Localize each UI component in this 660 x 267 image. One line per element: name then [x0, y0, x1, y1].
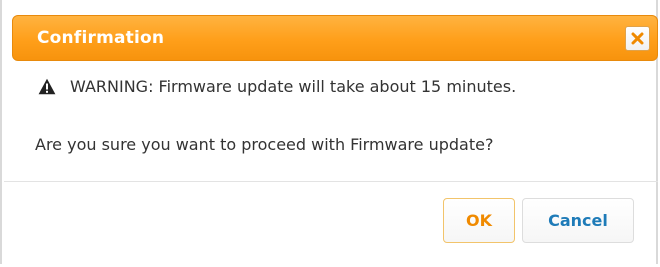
close-button[interactable]: [625, 26, 650, 51]
warning-text: WARNING: Firmware update will take about…: [70, 77, 517, 96]
dialog-titlebar: Confirmation: [12, 15, 658, 61]
confirmation-dialog: Confirmation WARNING: Firmware update wi…: [0, 0, 658, 264]
cancel-button[interactable]: Cancel: [522, 198, 634, 243]
footer-divider: [4, 181, 658, 182]
warning-message: WARNING: Firmware update will take about…: [38, 77, 516, 96]
ok-button[interactable]: OK: [443, 198, 515, 243]
warning-icon: [38, 78, 56, 95]
close-icon: [631, 32, 644, 45]
dialog-title: Confirmation: [37, 28, 165, 48]
confirmation-question: Are you sure you want to proceed with Fi…: [35, 135, 494, 154]
